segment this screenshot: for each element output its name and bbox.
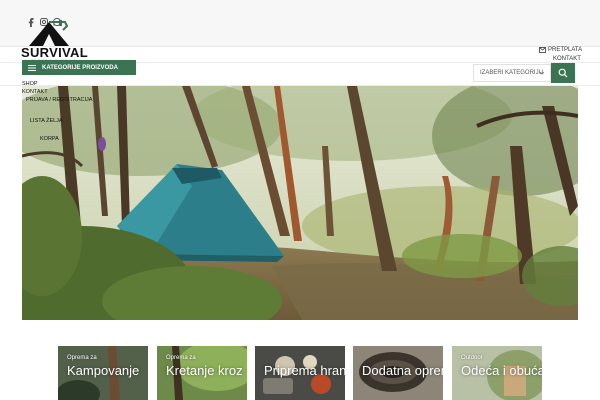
search-button[interactable] — [551, 63, 575, 83]
envelope-icon — [539, 47, 546, 53]
categories-button-label: KATEGORIJE PROIZVODA — [42, 64, 118, 71]
category-tile-kampovanje[interactable]: Oprema za Kampovanje — [58, 346, 148, 400]
category-tile-priprema[interactable]: Priprema hrane — [255, 346, 345, 400]
chevron-down-icon — [539, 71, 545, 75]
subscribe-link[interactable]: PRETPLATA — [548, 47, 582, 53]
nav-link-cart[interactable]: KORPA — [40, 136, 59, 142]
nav-link-kontakt[interactable]: KONTAKT — [22, 89, 48, 95]
hero-image — [22, 86, 578, 320]
category-tile-dodatna[interactable]: Dodatna oprema i alati — [353, 346, 443, 400]
category-tile-kretanje[interactable]: Oprema za Kretanje kroz — [157, 346, 247, 400]
tile-subtitle: Oprema za — [166, 355, 196, 361]
nav-link-wishlist[interactable]: LISTA ŽELJA — [30, 118, 63, 124]
tile-title: Priprema hrane — [264, 363, 345, 378]
nav-link-login[interactable]: PRIJAVA / REGISTRACIJA — [26, 97, 92, 103]
tile-subtitle: Oprema za — [67, 355, 97, 361]
tile-title: Dodatna oprema i alati — [362, 363, 443, 378]
category-tile-odeca[interactable]: Outdoor Odeća i obuća — [452, 346, 542, 400]
tile-title: Kampovanje — [67, 363, 140, 378]
category-select-label: IZABERI KATEGORIJU — [480, 70, 543, 76]
nav-link-shop[interactable]: SHOP — [22, 81, 38, 87]
menu-icon — [28, 64, 36, 71]
search-icon — [558, 68, 568, 78]
tile-title: Odeća i obuća — [461, 363, 542, 378]
tile-title: Kretanje kroz — [166, 363, 243, 378]
categories-button[interactable]: KATEGORIJE PROIZVODA — [22, 60, 136, 75]
top-bar — [0, 0, 600, 47]
tile-subtitle: Outdoor — [461, 355, 483, 361]
category-select[interactable]: IZABERI KATEGORIJU — [473, 64, 551, 82]
